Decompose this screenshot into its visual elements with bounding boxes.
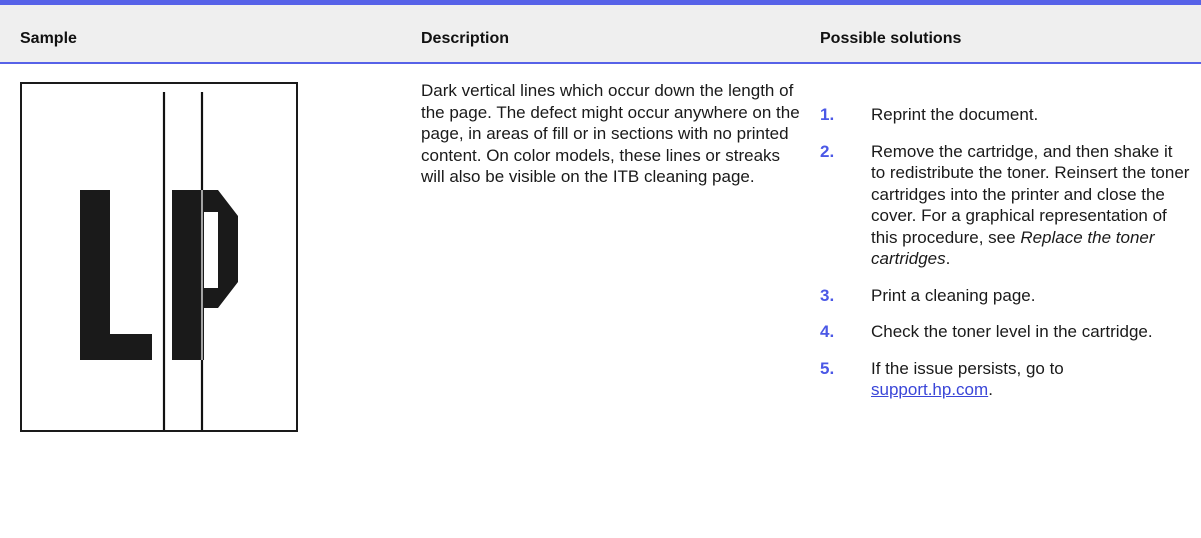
solution-step-2: 2. Remove the cartridge, and then shake … [820, 141, 1190, 270]
support-link[interactable]: support.hp.com [871, 380, 988, 399]
solution-step-3: 3. Print a cleaning page. [820, 285, 1190, 307]
solution-step-4: 4. Check the toner level in the cartridg… [820, 321, 1190, 343]
header-rule [0, 62, 1201, 64]
sample-image [20, 82, 298, 432]
step-number: 4. [820, 322, 835, 341]
header-description: Description [421, 30, 510, 47]
letter-l-glyph [80, 190, 152, 360]
step-text: If the issue persists, go to [871, 358, 1064, 378]
solutions-list: 1. Reprint the document. 2. Remove the c… [820, 104, 1190, 416]
solution-step-1: 1. Reprint the document. [820, 104, 1190, 126]
description-text: Dark vertical lines which occur down the… [421, 81, 800, 186]
step-text: Check the toner level in the cartridge. [871, 322, 1153, 341]
header-sample: Sample [20, 30, 77, 47]
print-sample-icon [80, 92, 238, 430]
step-number: 1. [820, 105, 835, 124]
step-text-tail: . [945, 249, 951, 268]
step-text-tail: . [988, 380, 993, 399]
step-number: 2. [820, 141, 835, 161]
letter-p-glyph [172, 190, 238, 360]
header-possible-solutions: Possible solutions [820, 30, 962, 47]
solution-step-5: 5. If the issue persists, go to support.… [820, 358, 1190, 401]
step-number: 3. [820, 285, 835, 305]
step-text: Print a cleaning page. [871, 285, 1036, 305]
step-number: 5. [820, 358, 835, 378]
table-header [0, 5, 1201, 62]
step-text: Reprint the document. [871, 105, 1039, 124]
